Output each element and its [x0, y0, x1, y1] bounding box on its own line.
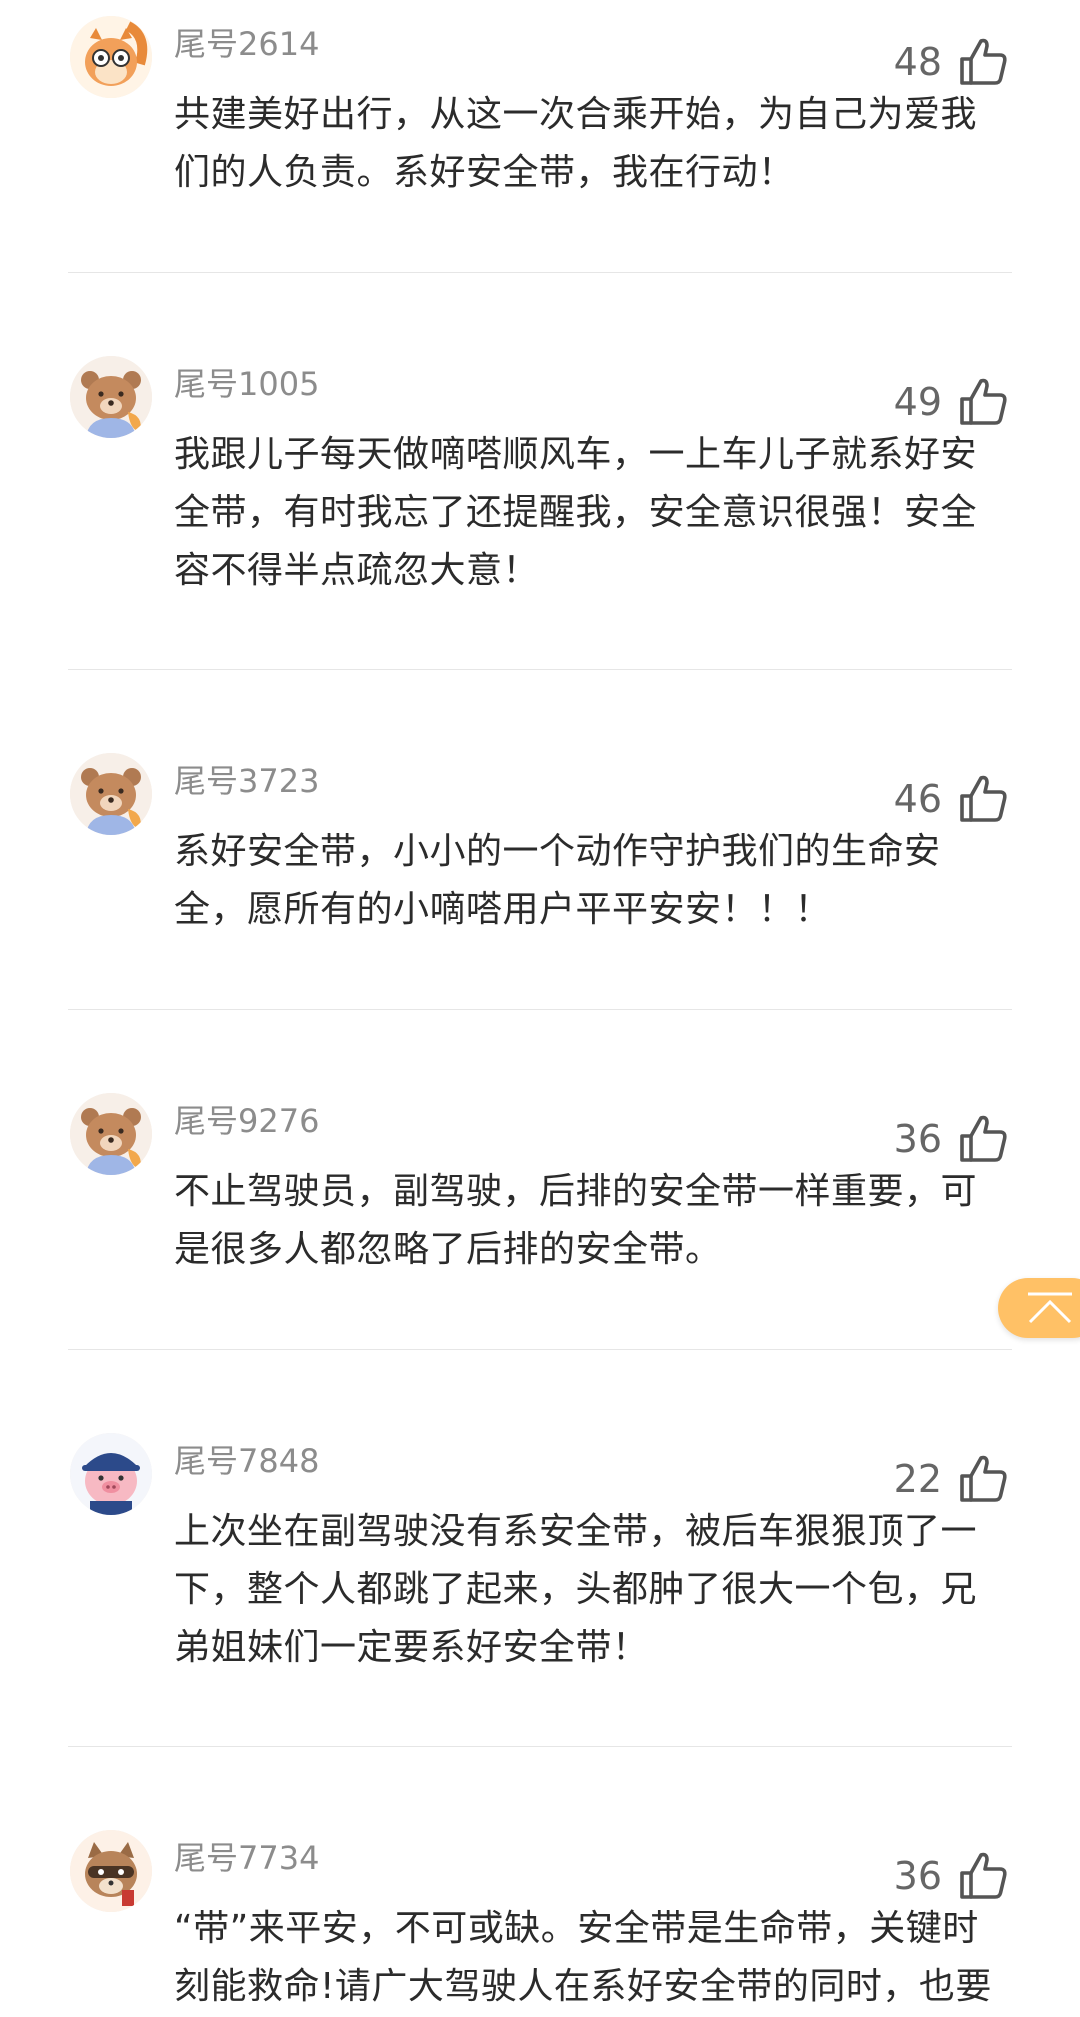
divider: [68, 669, 1012, 670]
avatar[interactable]: [70, 753, 152, 835]
divider: [68, 1009, 1012, 1010]
divider: [68, 272, 1012, 273]
comment-text: 我跟儿子每天做嘀嗒顺风车，一上车儿子就系好安全带，有时我忘了还提醒我，安全意识很…: [174, 434, 978, 591]
thumbs-up-icon: [960, 378, 1007, 425]
like-button[interactable]: 22: [894, 1451, 1010, 1507]
username[interactable]: 尾号2614: [174, 24, 319, 64]
thumbs-up-icon: [960, 1852, 1007, 1899]
like-button[interactable]: 36: [894, 1111, 1010, 1167]
like-button[interactable]: 46: [894, 771, 1010, 827]
like-button[interactable]: 36: [894, 1848, 1010, 1904]
username[interactable]: 尾号3723: [174, 761, 319, 801]
avatar[interactable]: [70, 16, 152, 98]
thumbs-up-icon: [960, 775, 1007, 822]
thumbs-up-icon: [960, 38, 1007, 85]
avatar[interactable]: [70, 1830, 152, 1912]
avatar[interactable]: [70, 1433, 152, 1515]
username[interactable]: 尾号7848: [174, 1441, 319, 1481]
back-to-top-button[interactable]: [998, 1278, 1080, 1338]
like-count: 48: [893, 40, 942, 84]
username[interactable]: 尾号1005: [174, 364, 319, 404]
avatar[interactable]: [70, 356, 152, 438]
like-count: 22: [893, 1457, 942, 1501]
thumbs-up-icon: [960, 1455, 1007, 1502]
comment-text: 共建美好出行，从这一次合乘开始，为自己为爱我们的人负责。系好安全带，我在行动！: [174, 94, 978, 193]
comment-text: 不止驾驶员，副驾驶，后排的安全带一样重要，可是很多人都忽略了后排的安全带。: [174, 1171, 978, 1270]
avatar[interactable]: [70, 1093, 152, 1175]
thumbs-up-icon: [960, 1115, 1007, 1162]
like-button[interactable]: 49: [894, 374, 1010, 430]
like-count: 46: [893, 777, 942, 821]
divider: [68, 1349, 1012, 1350]
comment-text: “带”来平安，不可或缺。安全带是生命带，关键时刻能救命!请广大驾驶人在系好安全带…: [174, 1908, 992, 2007]
username[interactable]: 尾号9276: [174, 1101, 319, 1141]
username[interactable]: 尾号7734: [174, 1838, 319, 1878]
like-count: 36: [893, 1117, 942, 1161]
comment-text: 系好安全带，小小的一个动作守护我们的生命安全，愿所有的小嘀嗒用户平平安安！！！: [174, 831, 941, 930]
divider: [68, 1746, 1012, 1747]
like-count: 36: [893, 1854, 942, 1898]
back-to-top-icon: [1028, 1292, 1072, 1324]
comment-text: 上次坐在副驾驶没有系安全带，被后车狠狠顶了一下，整个人都跳了起来，头都肿了很大一…: [174, 1511, 978, 1668]
like-button[interactable]: 48: [894, 34, 1010, 90]
like-count: 49: [893, 380, 942, 424]
